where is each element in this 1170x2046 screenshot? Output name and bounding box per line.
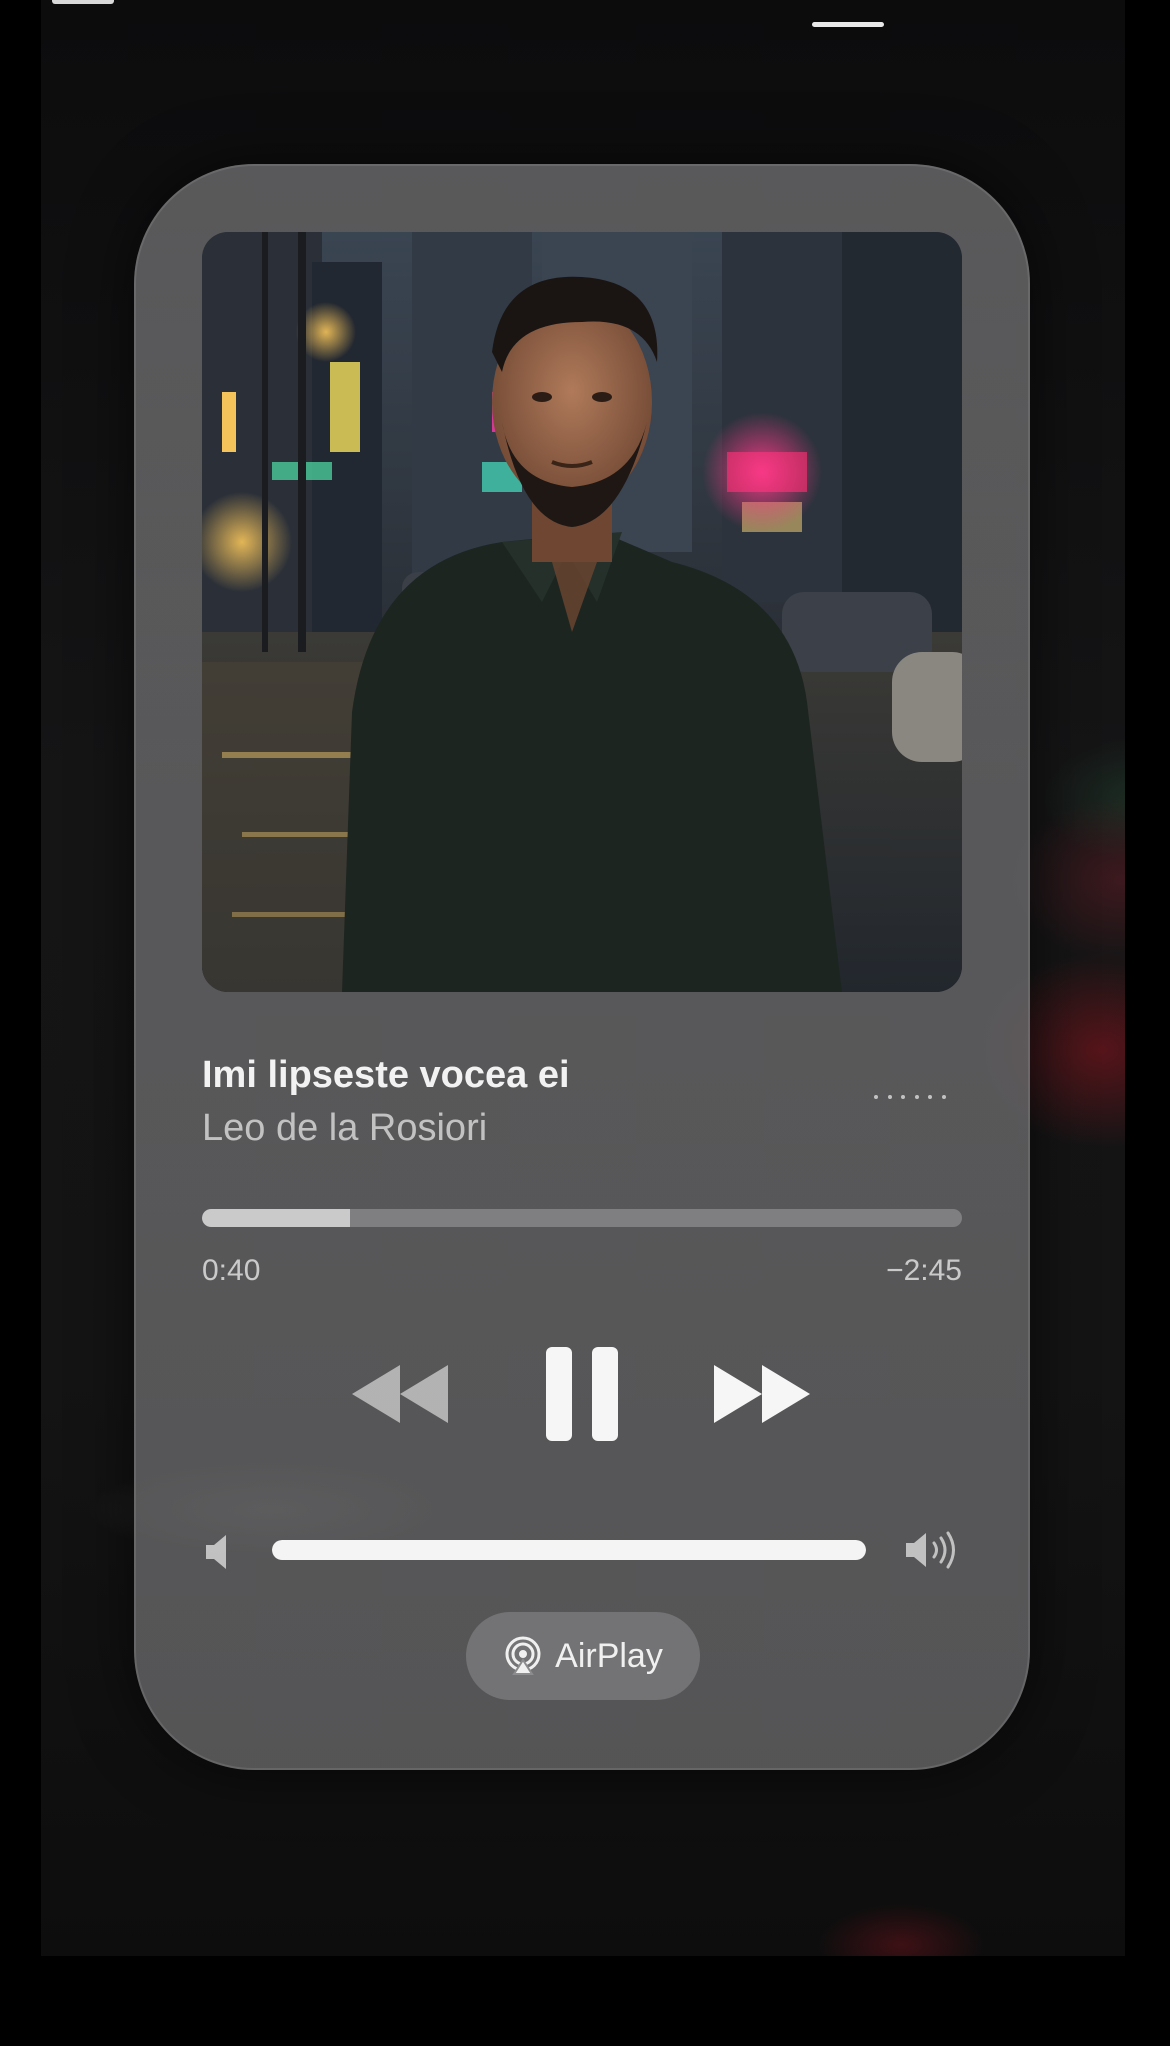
artist-name[interactable]: Leo de la Rosiori [202,1107,487,1150]
airplay-label: AirPlay [555,1636,663,1675]
now-playing-card: Imi lipseste vocea ei Leo de la Rosiori … [134,164,1030,1770]
playback-scrubber[interactable] [202,1209,962,1227]
forward-button[interactable] [702,1344,822,1444]
volume-low-icon [204,1532,236,1572]
pause-icon [546,1347,618,1441]
song-title: Imi lipseste vocea ei [202,1054,570,1096]
airplay-icon [505,1636,541,1675]
album-artwork-image [202,232,962,992]
volume-slider[interactable] [272,1540,866,1560]
lock-screen: Imi lipseste vocea ei Leo de la Rosiori … [0,0,1170,2046]
album-artwork[interactable] [202,232,962,992]
volume-high-icon [904,1528,962,1572]
status-indicator [52,0,114,4]
more-dots-icon[interactable] [874,1084,946,1110]
pause-button[interactable] [522,1334,642,1454]
top-grabber[interactable] [812,22,884,27]
rewind-button[interactable] [340,1344,460,1444]
airplay-button[interactable]: AirPlay [466,1612,700,1700]
backward-icon [352,1365,448,1423]
playback-progress-fill [202,1209,351,1227]
remaining-time: −2:45 [886,1254,962,1287]
forward-icon [714,1365,810,1423]
elapsed-time: 0:40 [202,1254,261,1287]
volume-level-fill [272,1540,866,1560]
